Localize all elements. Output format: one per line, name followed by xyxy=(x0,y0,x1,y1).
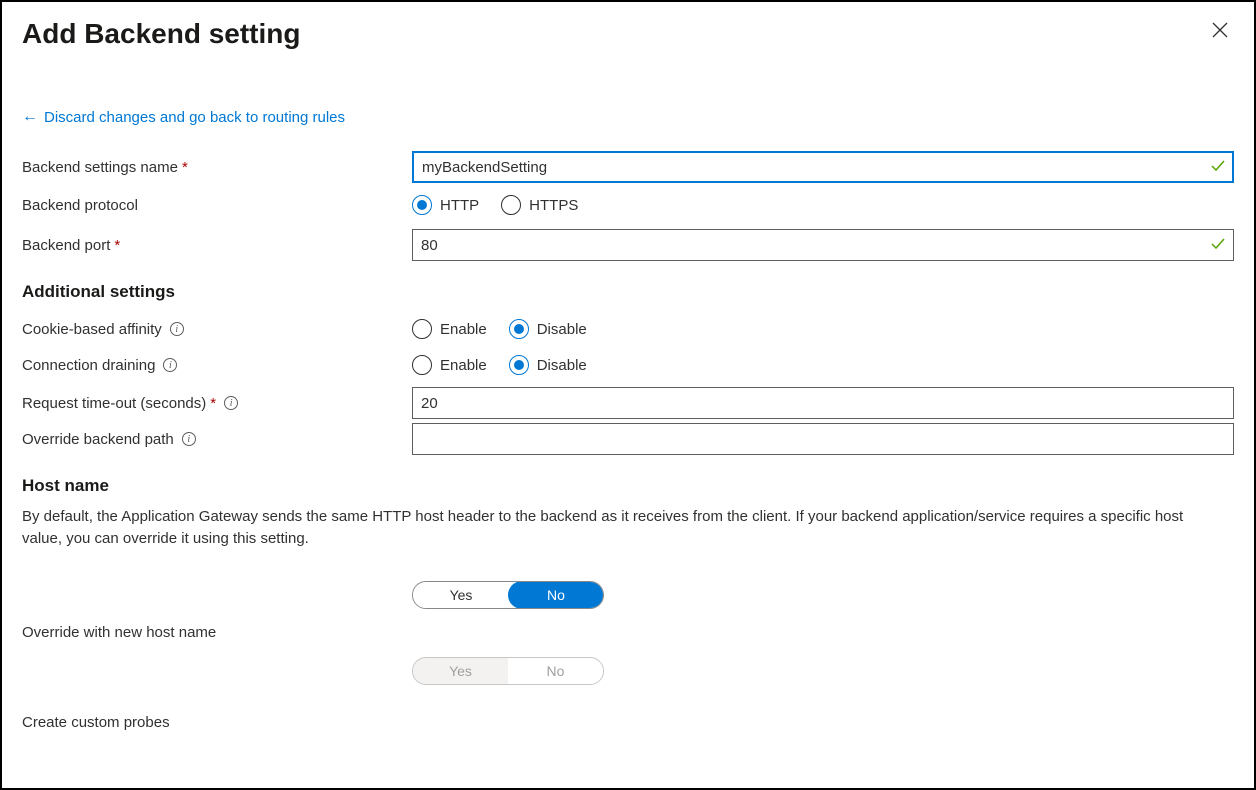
protocol-https-label: HTTPS xyxy=(529,197,578,214)
radio-icon xyxy=(412,355,432,375)
override-host-yes[interactable]: Yes xyxy=(413,582,509,608)
page-title: Add Backend setting xyxy=(22,18,300,50)
additional-settings-heading: Additional settings xyxy=(22,282,1234,302)
port-label: Backend port xyxy=(22,237,110,254)
discard-back-link[interactable]: ← Discard changes and go back to routing… xyxy=(22,108,345,126)
affinity-disable-label: Disable xyxy=(537,321,587,338)
affinity-disable-radio[interactable]: Disable xyxy=(509,319,587,339)
info-icon[interactable]: i xyxy=(170,322,184,336)
timeout-input[interactable] xyxy=(412,387,1234,419)
check-icon xyxy=(1210,236,1226,255)
radio-icon xyxy=(509,319,529,339)
hostname-heading: Host name xyxy=(22,476,1234,496)
hostname-description: By default, the Application Gateway send… xyxy=(22,506,1202,550)
radio-icon xyxy=(501,195,521,215)
settings-name-label: Backend settings name xyxy=(22,159,178,176)
override-path-label: Override backend path xyxy=(22,431,174,448)
draining-disable-radio[interactable]: Disable xyxy=(509,355,587,375)
draining-enable-radio[interactable]: Enable xyxy=(412,355,487,375)
check-icon xyxy=(1210,158,1226,177)
override-host-disabled-yes: Yes xyxy=(413,658,508,684)
affinity-label: Cookie-based affinity xyxy=(22,321,162,338)
override-host-toggle-disabled: Yes No xyxy=(412,657,604,685)
radio-icon xyxy=(509,355,529,375)
draining-label: Connection draining xyxy=(22,357,155,374)
port-input[interactable] xyxy=(412,229,1234,261)
info-icon[interactable]: i xyxy=(182,432,196,446)
close-button[interactable] xyxy=(1206,18,1234,46)
override-host-toggle[interactable]: Yes No xyxy=(412,581,604,609)
draining-enable-label: Enable xyxy=(440,357,487,374)
info-icon[interactable]: i xyxy=(163,358,177,372)
timeout-label: Request time-out (seconds) xyxy=(22,395,206,412)
protocol-https-radio[interactable]: HTTPS xyxy=(501,195,578,215)
protocol-http-label: HTTP xyxy=(440,197,479,214)
affinity-enable-label: Enable xyxy=(440,321,487,338)
close-icon xyxy=(1212,22,1228,38)
required-indicator: * xyxy=(182,159,188,176)
settings-name-input[interactable] xyxy=(412,151,1234,183)
custom-probes-label: Create custom probes xyxy=(22,714,170,731)
radio-icon xyxy=(412,319,432,339)
protocol-http-radio[interactable]: HTTP xyxy=(412,195,479,215)
radio-icon xyxy=(412,195,432,215)
affinity-enable-radio[interactable]: Enable xyxy=(412,319,487,339)
back-link-label: Discard changes and go back to routing r… xyxy=(44,109,345,126)
arrow-left-icon: ← xyxy=(22,108,38,126)
override-host-label: Override with new host name xyxy=(22,624,216,641)
draining-disable-label: Disable xyxy=(537,357,587,374)
override-host-disabled-no: No xyxy=(508,658,603,684)
override-path-input[interactable] xyxy=(412,423,1234,455)
required-indicator: * xyxy=(114,237,120,254)
protocol-label: Backend protocol xyxy=(22,197,138,214)
override-host-no[interactable]: No xyxy=(508,581,604,609)
info-icon[interactable]: i xyxy=(224,396,238,410)
required-indicator: * xyxy=(210,395,216,412)
